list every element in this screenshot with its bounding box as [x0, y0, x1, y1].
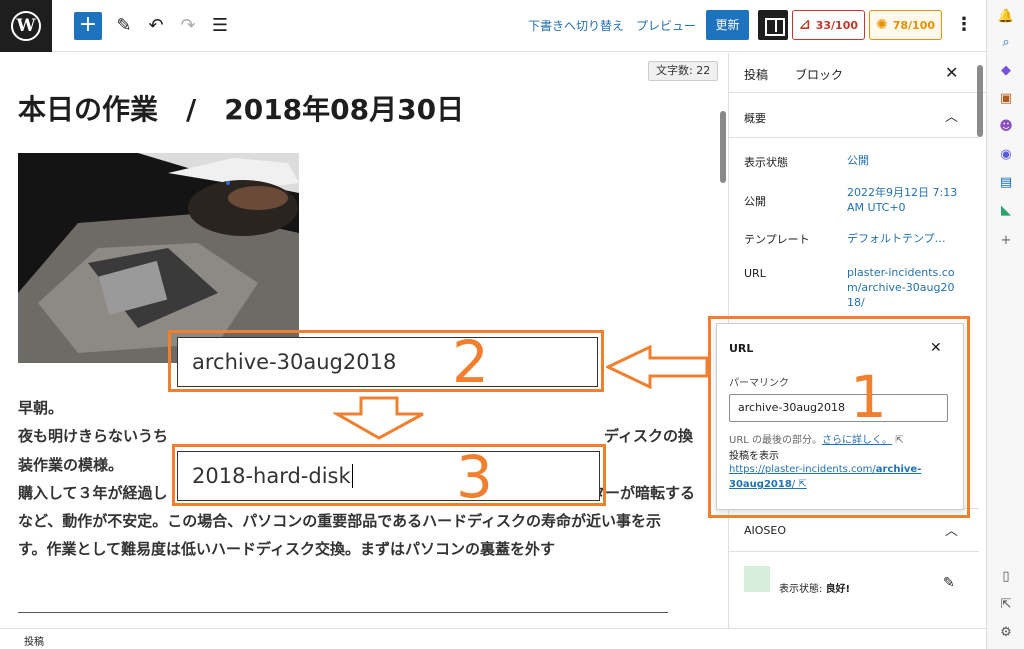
update-button[interactable]: 更新 — [706, 10, 749, 40]
seo-score-badge[interactable]: ⊿ 33/100 — [792, 10, 865, 40]
paragraph-line[interactable]: す。作業として難易度は低いハードディスク交換。まずはパソコンの裏蓋を外す — [18, 539, 555, 559]
wordpress-logo-icon[interactable]: W — [0, 0, 52, 52]
external-link-icon[interactable]: ⇱ — [997, 596, 1015, 614]
aioseo-status: 表示状態: 良好! — [779, 580, 850, 595]
status-indicator-icon — [744, 566, 770, 592]
settings-gear-icon[interactable]: ⚙ — [997, 624, 1015, 642]
edit-pen-icon[interactable]: ✎ — [112, 14, 136, 38]
close-sidebar-icon[interactable]: ✕ — [945, 63, 958, 82]
preview-button[interactable]: プレビュー — [636, 17, 696, 34]
paragraph-line[interactable]: 購入して３年が経過し — [18, 483, 168, 503]
annotation-slug-after: 2018-hard-disk — [177, 451, 600, 501]
shopping-icon[interactable]: ◣ — [997, 202, 1015, 220]
publish-value[interactable]: 2022年9月12日 7:13 AM UTC+0 — [847, 185, 959, 215]
chevron-up-icon: ︿ — [945, 524, 959, 539]
visibility-label: 表示状態 — [744, 156, 788, 169]
aioseo-status-label: 表示状態: — [779, 584, 823, 595]
top-toolbar: W + ✎ ↶ ↷ ☰ 下書きへ切り替え プレビュー 更新 ⊿ 33/100 ✺ 7… — [0, 0, 986, 52]
paragraph-line[interactable]: 夜も明けきらないうち — [18, 426, 168, 446]
annotation-step-3: 3 — [456, 443, 493, 511]
outlook-icon[interactable]: ▤ — [997, 174, 1015, 192]
template-value[interactable]: デフォルトテンプ… — [847, 231, 959, 246]
sidebar-panel-icon[interactable]: ▯ — [997, 568, 1015, 586]
visibility-value[interactable]: 公開 — [847, 153, 959, 168]
annotation-step-2: 2 — [452, 328, 489, 396]
post-title[interactable]: 本日の作業 / 2018年08月30日 — [18, 88, 464, 128]
paragraph-line[interactable]: 早朝。 — [18, 398, 63, 418]
switch-to-draft-button[interactable]: 下書きへ切り替え — [528, 17, 624, 34]
publish-label: 公開 — [744, 195, 766, 208]
url-value[interactable]: plaster-incidents.com/archive-30aug2018/ — [847, 265, 959, 310]
bell-icon[interactable]: 🔔 — [997, 8, 1015, 26]
block-breadcrumb-bar: 投稿 — [0, 628, 986, 649]
annotation-box-popover — [708, 316, 970, 518]
tag-icon[interactable]: ◆ — [997, 62, 1015, 80]
aioseo-status-value: 良好! — [825, 584, 851, 595]
search-icon[interactable]: ⌕ — [997, 34, 1015, 52]
annotation-slug-after-text: 2018-hard-disk — [192, 464, 351, 488]
more-options-icon[interactable]: ⋮ — [955, 14, 973, 35]
people-icon[interactable]: ☻ — [997, 118, 1015, 136]
arrow-left-icon — [606, 345, 709, 389]
add-icon[interactable]: + — [997, 232, 1015, 250]
tab-block[interactable]: ブロック — [795, 66, 843, 83]
redo-icon[interactable]: ↷ — [176, 14, 200, 38]
word-count-badge: 文字数: 22 — [648, 61, 719, 81]
text-cursor — [351, 464, 353, 488]
yoast-logo-icon: ⊿ — [799, 17, 811, 33]
undo-icon[interactable]: ↶ — [144, 14, 168, 38]
tab-post[interactable]: 投稿 — [744, 66, 768, 83]
chevron-up-icon: ︿ — [945, 110, 959, 125]
aioseo-title: AIOSEO — [744, 524, 787, 537]
summary-panel-header[interactable]: 概要 ︿ — [729, 94, 979, 138]
separator-block[interactable] — [18, 612, 668, 613]
arrow-down-icon — [333, 396, 424, 440]
edit-pencil-icon[interactable]: ✎ — [943, 575, 955, 591]
readability-score-value: 78/100 — [892, 18, 936, 32]
add-block-button[interactable]: + — [74, 12, 102, 40]
settings-sidebar-toggle-icon[interactable] — [758, 10, 788, 40]
breadcrumb-post[interactable]: 投稿 — [24, 633, 44, 648]
briefcase-icon[interactable]: ▣ — [997, 90, 1015, 108]
template-label: テンプレート — [744, 233, 810, 246]
editor-scrollbar[interactable] — [720, 111, 726, 183]
summary-title: 概要 — [744, 112, 766, 125]
seo-score-value: 33/100 — [815, 18, 859, 32]
paragraph-line[interactable]: など、動作が不安定。この場合、パソコンの重要部品であるハードディスクの寿命が近い… — [18, 511, 661, 531]
paragraph-line[interactable]: 装作業の模様。 — [18, 455, 123, 475]
office-icon[interactable]: ◉ — [997, 146, 1015, 164]
list-view-icon[interactable]: ☰ — [208, 14, 232, 38]
annotation-slug-before: archive-30aug2018 — [177, 337, 598, 387]
url-label: URL — [744, 267, 766, 280]
annotation-step-1: 1 — [850, 363, 887, 431]
paragraph-line[interactable]: ディスクの換 — [604, 426, 693, 446]
gear-badge-icon: ✺ — [876, 17, 888, 33]
readability-score-badge[interactable]: ✺ 78/100 — [869, 10, 942, 40]
sidebar-tabs: 投稿 ブロック ✕ — [729, 53, 986, 137]
browser-sidebar-strip: 🔔 ⌕ ◆ ▣ ☻ ◉ ▤ ◣ + ▯ ⇱ ⚙ — [986, 0, 1024, 649]
